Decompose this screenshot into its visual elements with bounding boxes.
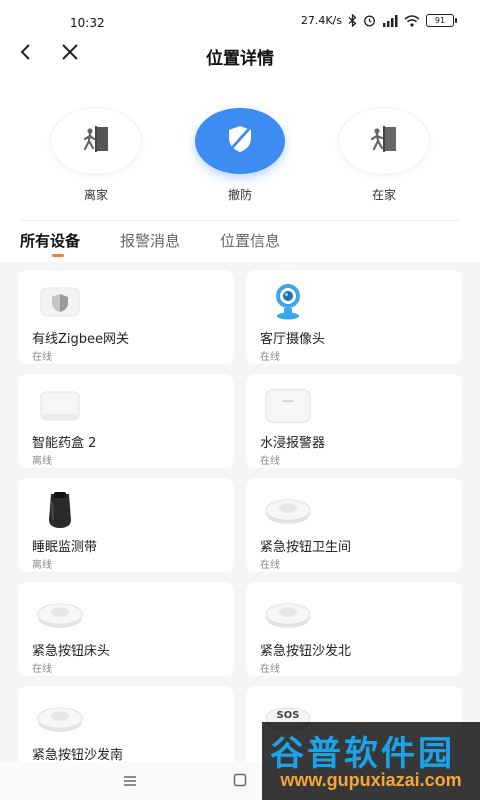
sleep-band-icon [36, 490, 84, 530]
wifi-icon [404, 14, 420, 27]
device-name: 紧急按钮卫生间 [260, 540, 352, 555]
device-card[interactable]: 紧急按钮卫生间 在线 [246, 478, 462, 572]
watermark-title: 谷普软件园 [270, 734, 455, 774]
mode-disarm-label: 撤防 [227, 188, 252, 202]
device-card[interactable]: 水浸报警器 在线 [246, 374, 462, 468]
mode-home-label: 在家 [371, 188, 396, 202]
device-name: 客厅摄像头 [260, 332, 326, 347]
device-name: 睡眠监测带 [32, 540, 98, 555]
person-exit-icon [80, 123, 112, 159]
device-name: 紧急按钮沙发北 [260, 644, 352, 659]
alarm-icon [363, 14, 376, 27]
watermark-url: www.gupuxiazai.com [280, 770, 462, 790]
nav-bar: 位置详情 [0, 36, 480, 72]
mode-disarm-circle [195, 108, 285, 174]
device-name: 紧急按钮床头 [32, 644, 111, 659]
emergency-button-icon [264, 594, 312, 634]
device-name: 紧急按钮沙发南 [32, 748, 124, 762]
home-button[interactable] [230, 772, 250, 790]
emergency-button-icon [264, 490, 312, 530]
tab-bar: 所有设备 报警消息 位置信息 [20, 230, 280, 260]
watermark: 谷普软件园 www.gupuxiazai.com [262, 722, 480, 800]
device-name: 有线Zigbee网关 [32, 332, 130, 347]
person-enter-icon [368, 123, 400, 159]
signal-icon [382, 14, 398, 27]
tab-location-info[interactable]: 位置信息 [220, 230, 280, 260]
emergency-button-icon [36, 698, 84, 738]
mode-home[interactable]: 在家 [334, 108, 434, 203]
device-card[interactable]: 紧急按钮沙发南 [18, 686, 234, 762]
device-status: 在线 [260, 664, 280, 675]
device-status: 在线 [32, 352, 52, 363]
security-modes: 离家 撤防 在家 [0, 108, 480, 208]
device-status: 在线 [32, 664, 52, 675]
device-card[interactable]: 有线Zigbee网关 在线 [18, 270, 234, 364]
shield-off-icon [225, 123, 255, 159]
emergency-button-icon [36, 594, 84, 634]
net-speed: 27.4K/s [300, 14, 342, 27]
bluetooth-icon [348, 14, 357, 27]
tab-all-devices[interactable]: 所有设备 [20, 230, 80, 260]
device-grid: 有线Zigbee网关 在线 客厅摄像头 在线 智能药盒 2 离线 水浸报警器 在… [0, 262, 480, 762]
camera-icon [264, 282, 312, 322]
device-status: 在线 [260, 352, 280, 363]
menu-icon [123, 772, 137, 791]
device-card[interactable]: 紧急按钮床头 在线 [18, 582, 234, 676]
mode-away[interactable]: 离家 [46, 108, 146, 203]
tab-indicator [52, 254, 64, 257]
device-name: 智能药盒 2 [32, 436, 97, 451]
mode-home-circle [339, 108, 429, 174]
divider [20, 220, 460, 221]
tab-alarm-messages[interactable]: 报警消息 [120, 230, 180, 260]
device-status: 在线 [260, 560, 280, 571]
sos-label: SOS [276, 710, 300, 721]
status-indicators: 27.4K/s 91 [300, 14, 457, 27]
home-square-icon [233, 772, 247, 791]
device-card[interactable]: 紧急按钮沙发北 在线 [246, 582, 462, 676]
mode-disarm[interactable]: 撤防 [190, 108, 290, 203]
device-status: 离线 [32, 560, 52, 571]
pill-box-icon [36, 386, 84, 426]
water-sensor-icon [264, 386, 312, 426]
status-time: 10:32 [70, 16, 105, 30]
battery-icon: 91 [426, 14, 457, 27]
gateway-icon [36, 282, 84, 322]
mode-away-label: 离家 [83, 188, 108, 202]
mode-away-circle [51, 108, 141, 174]
device-status: 离线 [32, 456, 52, 467]
menu-button[interactable] [120, 772, 140, 790]
device-card[interactable]: 客厅摄像头 在线 [246, 270, 462, 364]
page-title: 位置详情 [206, 49, 274, 69]
device-card[interactable]: 睡眠监测带 离线 [18, 478, 234, 572]
device-card[interactable]: 智能药盒 2 离线 [18, 374, 234, 468]
device-status: 在线 [260, 456, 280, 467]
device-name: 水浸报警器 [260, 436, 326, 451]
